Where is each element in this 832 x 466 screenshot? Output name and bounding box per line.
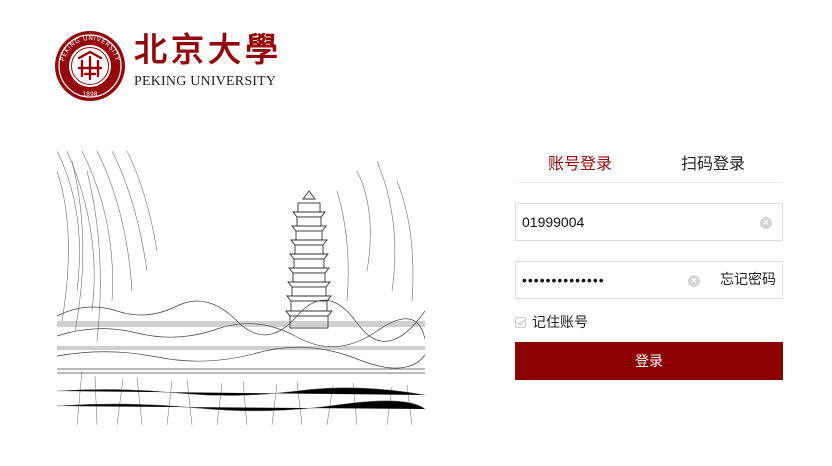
password-field: × 忘记密码: [515, 261, 783, 299]
username-input[interactable]: [522, 204, 742, 240]
tab-qr-login[interactable]: 扫码登录: [681, 153, 745, 175]
remember-account[interactable]: 记住账号: [515, 313, 588, 331]
svg-text:1898: 1898: [82, 91, 97, 98]
password-input[interactable]: [522, 262, 682, 298]
login-button[interactable]: 登录: [515, 342, 783, 380]
logo-chinese-name: 北京大學: [134, 30, 282, 69]
username-field: ×: [515, 203, 783, 241]
campus-sketch-image: [57, 151, 425, 425]
forgot-password-link[interactable]: 忘记密码: [720, 270, 776, 290]
university-logo: PEKING UNIVERSITY 1898 北京大學 PEKING UNIVE…: [52, 28, 302, 101]
tab-account-login[interactable]: 账号登录: [548, 153, 612, 175]
login-tabs: 账号登录 扫码登录: [515, 150, 783, 183]
remember-label: 记住账号: [532, 315, 588, 331]
logo-english-name: PEKING UNIVERSITY: [134, 74, 277, 89]
clear-username-icon[interactable]: ×: [760, 217, 772, 229]
remember-checkbox[interactable]: [515, 316, 526, 328]
login-panel: 账号登录 扫码登录 × × 忘记密码 记住账号 登录: [515, 150, 783, 390]
university-seal-icon: PEKING UNIVERSITY 1898: [55, 31, 125, 101]
clear-password-icon[interactable]: ×: [688, 275, 700, 287]
